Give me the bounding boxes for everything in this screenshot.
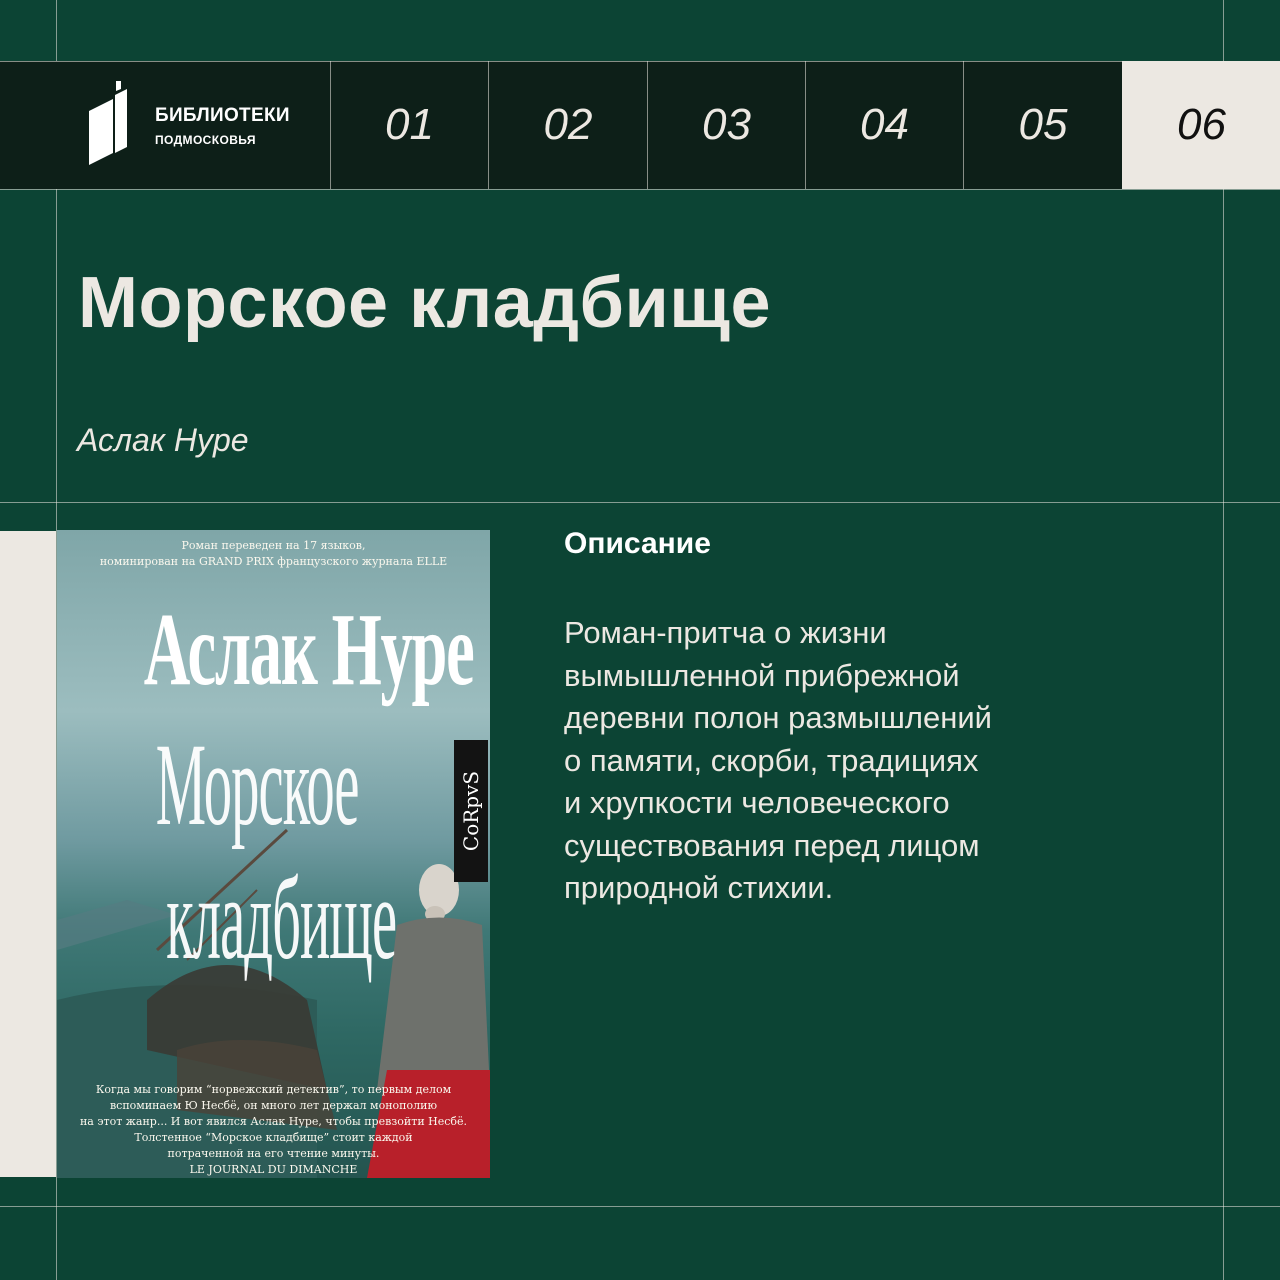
side-accent-block xyxy=(0,531,56,1177)
book-cover: Роман переведен на 17 языков, номинирова… xyxy=(57,530,490,1178)
cover-blurb-bottom: Когда мы говорим “норвежский детектив”, … xyxy=(79,1083,468,1176)
description-heading: Описание xyxy=(564,527,711,560)
tab-02[interactable]: 02 xyxy=(488,61,647,189)
tab-04[interactable]: 04 xyxy=(805,61,963,189)
grid-line-mid xyxy=(0,502,1280,503)
topbar-border-bottom xyxy=(0,189,1280,190)
book-logo-icon xyxy=(89,81,127,165)
grid-line-bottom xyxy=(0,1206,1280,1207)
page-title: Морское кладбище xyxy=(78,263,772,343)
cover-title-line2: кладбище xyxy=(166,853,397,984)
cover-title-line1: Морское xyxy=(155,719,360,850)
book-author: Аслак Нуре xyxy=(77,422,249,458)
description-text: Роман-притча о жизни вымышленной прибреж… xyxy=(564,615,992,905)
brand-title: БИБЛИОТЕКИ xyxy=(155,105,290,126)
grid-line-right xyxy=(1223,0,1224,1280)
publisher-name: CoRpvS xyxy=(459,770,483,852)
brand-logo[interactable]: БИБЛИОТЕКИ ПОДМОСКОВЬЯ xyxy=(57,61,330,189)
brand-subtitle: ПОДМОСКОВЬЯ xyxy=(155,133,256,147)
tab-01[interactable]: 01 xyxy=(330,61,488,189)
publisher-logo: CoRpvS xyxy=(454,740,488,882)
cover-author: Аслак Нуре xyxy=(143,592,475,707)
cover-blurb-top: Роман переведен на 17 языков, номинирова… xyxy=(99,539,448,568)
tab-05[interactable]: 05 xyxy=(963,61,1122,189)
tab-03[interactable]: 03 xyxy=(647,61,805,189)
tab-06[interactable]: 06 xyxy=(1122,61,1280,189)
